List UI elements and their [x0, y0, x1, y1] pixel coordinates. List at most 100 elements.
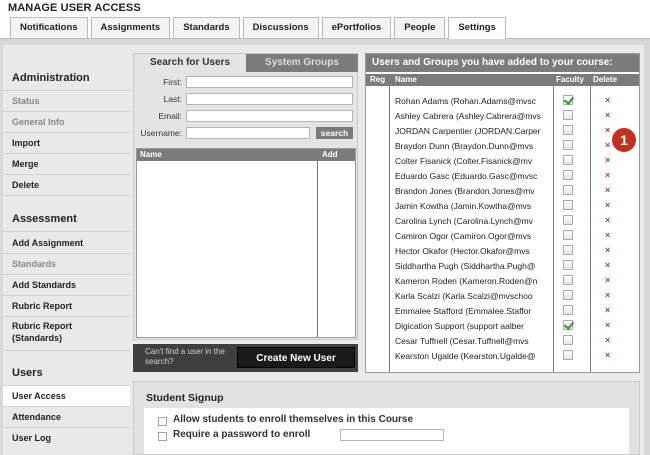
faculty-checkbox[interactable] [563, 185, 573, 195]
section-title-administration: Administration [12, 72, 90, 84]
delete-icon[interactable]: × [605, 94, 610, 107]
sidebar-item-import[interactable]: Import [3, 133, 130, 153]
settings-tabs: Notifications Assignments Standards Discuss… [10, 17, 509, 39]
sidebar-item-merge[interactable]: Merge [3, 154, 130, 174]
delete-icon[interactable]: × [605, 259, 610, 272]
delete-icon[interactable]: × [605, 169, 610, 182]
require-password-checkbox[interactable] [158, 432, 167, 441]
faculty-checkbox[interactable] [563, 320, 573, 330]
first-name-input[interactable] [186, 76, 353, 88]
user-name: Colter Fisanick (Colter.Fisanick@mv [395, 156, 533, 166]
tab-system-groups[interactable]: System Groups [246, 54, 358, 72]
faculty-checkbox[interactable] [563, 290, 573, 300]
faculty-checkbox[interactable] [563, 110, 573, 120]
faculty-checkbox[interactable] [563, 140, 573, 150]
search-button[interactable]: search [316, 127, 353, 139]
tab-assignments[interactable]: Assignments [90, 17, 171, 38]
user-row: Jamin Kowtha (Jamin.Kowtha@mvs × [366, 199, 639, 214]
email-label: Email: [158, 111, 182, 121]
sidebar-item-standards[interactable]: Standards [3, 254, 130, 274]
user-row: Digication Support (support aalber × [366, 319, 639, 334]
delete-icon[interactable]: × [605, 319, 610, 332]
first-name-label: First: [163, 77, 182, 87]
sidebar-item-add-assignment[interactable]: Add Assignment [3, 233, 130, 253]
sidebar-item-rubric-report-standards[interactable]: Rubric Report (Standards) [3, 317, 130, 347]
tab-standards[interactable]: Standards [173, 17, 240, 38]
user-name: Emmalee Stafford (Emmalee.Staffor [395, 306, 532, 316]
sidebar-item-add-standards[interactable]: Add Standards [3, 275, 130, 295]
faculty-checkbox[interactable] [563, 95, 573, 105]
faculty-checkbox[interactable] [563, 200, 573, 210]
student-signup-options: Allow students to enroll themselves in t… [144, 408, 629, 454]
create-user-bar: Can't find a user in the search? Create … [133, 344, 358, 372]
delete-icon[interactable]: × [605, 244, 610, 257]
faculty-checkbox[interactable] [563, 125, 573, 135]
user-row: Rohan Adams (Rohan.Adams@mvsc × [366, 94, 639, 109]
faculty-checkbox[interactable] [563, 155, 573, 165]
user-row: Emmalee Stafford (Emmalee.Staffor × [366, 304, 639, 319]
delete-icon[interactable]: × [605, 154, 610, 167]
column-header-faculty: Faculty [556, 75, 585, 84]
delete-icon[interactable]: × [605, 214, 610, 227]
section-title-users: Users [12, 367, 43, 379]
user-name: Carolina Lynch (Carolina.Lynch@mv [395, 216, 533, 226]
allow-enroll-checkbox[interactable] [158, 417, 167, 426]
email-input[interactable] [186, 110, 353, 122]
user-row: Ashley Cabrera (Ashley.Cabrera@mvs × [366, 109, 639, 124]
delete-icon[interactable]: × [605, 334, 610, 347]
tab-eportfolios[interactable]: ePortfolios [321, 17, 392, 38]
sidebar-item-user-log[interactable]: User Log [3, 428, 130, 448]
user-name: Camiron Ogor (Camiron.Ogor@mvs [395, 231, 532, 241]
user-row: Carolina Lynch (Carolina.Lynch@mv × [366, 214, 639, 229]
course-users-panel: Users and Groups you have added to your … [365, 53, 640, 373]
faculty-checkbox[interactable] [563, 350, 573, 360]
last-name-input[interactable] [186, 93, 353, 105]
faculty-checkbox[interactable] [563, 305, 573, 315]
sidebar-item-delete[interactable]: Delete [3, 175, 130, 195]
sidebar-item-general-info[interactable]: General Info [3, 112, 130, 132]
tab-search-for-users[interactable]: Search for Users [134, 54, 246, 72]
faculty-checkbox[interactable] [563, 275, 573, 285]
create-new-user-button[interactable]: Create New User [237, 347, 355, 368]
sidebar-item-user-access[interactable]: User Access [3, 386, 130, 406]
enroll-password-input[interactable] [340, 429, 444, 441]
section-title-assessment: Assessment [12, 213, 77, 225]
column-header-reg: Reg [370, 75, 386, 84]
faculty-checkbox[interactable] [563, 170, 573, 180]
column-header-delete: Delete [593, 75, 618, 84]
faculty-checkbox[interactable] [563, 215, 573, 225]
delete-icon[interactable]: × [605, 139, 610, 152]
username-input[interactable] [186, 127, 310, 139]
faculty-checkbox[interactable] [563, 335, 573, 345]
user-name: Braydon Dunn (Braydon.Dunn@mvs [395, 141, 534, 151]
tab-notifications[interactable]: Notifications [10, 17, 88, 38]
column-header-name: Name [395, 75, 417, 84]
delete-icon[interactable]: × [605, 274, 610, 287]
course-users-title: Users and Groups you have added to your … [366, 54, 639, 72]
delete-icon[interactable]: × [605, 199, 610, 212]
user-name: Ashley Cabrera (Ashley.Cabrera@mvs [395, 111, 541, 121]
faculty-checkbox[interactable] [563, 260, 573, 270]
delete-icon[interactable]: × [605, 109, 610, 122]
delete-icon[interactable]: × [605, 124, 610, 137]
delete-icon[interactable]: × [605, 349, 610, 362]
delete-icon[interactable]: × [605, 229, 610, 242]
delete-icon[interactable]: × [605, 289, 610, 302]
user-name: Jamin Kowtha (Jamin.Kowtha@mvs [395, 201, 532, 211]
user-row: Hector Okafor (Hector.Okafor@mvs × [366, 244, 639, 259]
tab-discussions[interactable]: Discussions [242, 17, 319, 38]
sidebar-item-attendance[interactable]: Attendance [3, 407, 130, 427]
student-signup-title: Student Signup [146, 392, 224, 404]
delete-icon[interactable]: × [605, 184, 610, 197]
sidebar-item-status[interactable]: Status [3, 91, 130, 111]
user-row: Kameron Roden (Kameron.Roden@n × [366, 274, 639, 289]
callout-badge: 1 [612, 128, 636, 152]
user-row: Braydon Dunn (Braydon.Dunn@mvs × [366, 139, 639, 154]
faculty-checkbox[interactable] [563, 230, 573, 240]
tab-people[interactable]: People [394, 17, 446, 38]
delete-icon[interactable]: × [605, 304, 610, 317]
faculty-checkbox[interactable] [563, 245, 573, 255]
sidebar-item-rubric-report[interactable]: Rubric Report [3, 296, 130, 316]
course-users-header: Reg Name Faculty Delete [366, 74, 639, 86]
tab-settings[interactable]: Settings [448, 17, 506, 39]
